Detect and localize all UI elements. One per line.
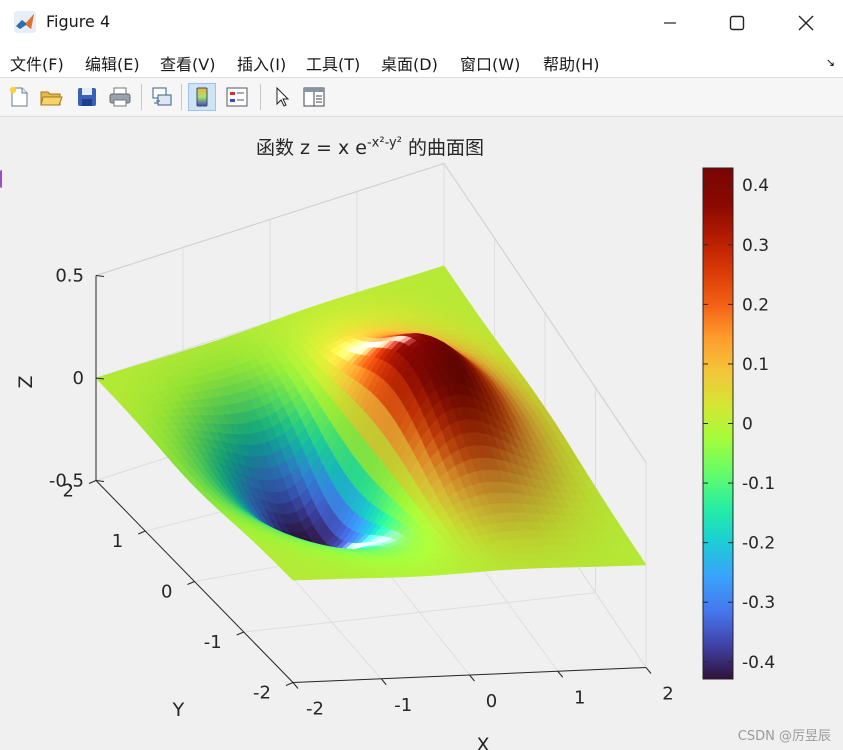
- x-tick: [292, 682, 299, 689]
- colorbar-tick-label: 0: [742, 415, 753, 435]
- z-tick: [95, 275, 105, 277]
- y-tick-label: 0: [161, 582, 172, 603]
- x-tick-label: 2: [662, 684, 673, 705]
- surface: [95, 265, 647, 581]
- x-tick-label: -2: [306, 699, 324, 720]
- x-tick: [645, 667, 652, 674]
- colorbar-tick-label: -0.3: [742, 593, 775, 613]
- y-tick-label: 1: [112, 531, 123, 552]
- figure-window: Figure 4 文件(F) 编辑(E) 查看(V) 插入(I) 工具(T) 桌…: [0, 0, 843, 750]
- x-tick-label: -1: [394, 695, 412, 716]
- y-axis-label: Y: [172, 699, 185, 721]
- colorbar-tick-label: 0.4: [742, 176, 769, 196]
- x-axis-label: X: [476, 734, 489, 750]
- colorbar[interactable]: -0.4 -0.3 -0.2 -0.1 0 0.1 0.2 0.3 0.4: [702, 167, 775, 680]
- y-tick: [138, 530, 146, 535]
- y-tick: [285, 682, 294, 686]
- y-tick: [187, 581, 195, 585]
- x-tick: [469, 674, 475, 682]
- y-tick-label: -1: [204, 632, 222, 653]
- z-tick-label: -0.5: [49, 471, 84, 492]
- colorbar-tick-label: -0.2: [742, 534, 775, 554]
- y-tick: [88, 480, 97, 484]
- colorbar-tick-label: -0.1: [742, 474, 775, 494]
- watermark: CSDN @厉昱辰: [737, 729, 831, 744]
- surface-plot[interactable]: -2 -1 0 1 2X-2-1012Y-0.500.5Z-0.4-0.3-0.2-0.…: [0, 0, 843, 750]
- y-tick: [236, 631, 244, 636]
- z-tick-label: 0: [73, 368, 84, 389]
- x-tick-label: 0: [486, 691, 497, 712]
- colorbar-tick-label: 0.2: [742, 295, 769, 315]
- x-tick: [380, 678, 387, 686]
- colorbar-tick-label: 0.1: [742, 355, 769, 375]
- z-tick-label: 0.5: [55, 266, 84, 287]
- x-tick-label: 1: [574, 687, 585, 708]
- z-axis-label: Z: [15, 375, 37, 388]
- colorbar-tick-label: -0.4: [742, 653, 775, 673]
- y-tick-label: -2: [253, 683, 271, 704]
- x-tick: [557, 670, 564, 678]
- colorbar-tick-label: 0.3: [742, 236, 769, 256]
